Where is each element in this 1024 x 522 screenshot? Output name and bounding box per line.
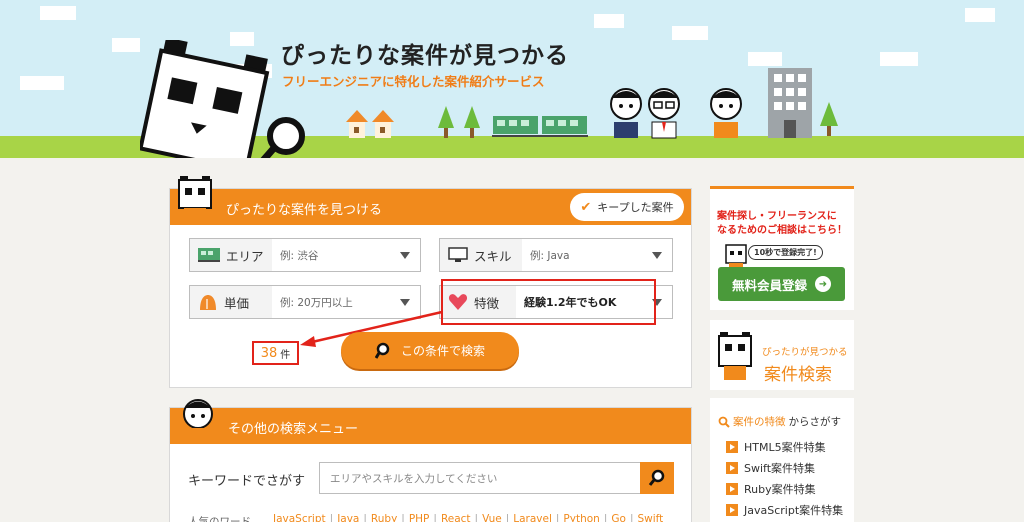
chevron-down-icon [400, 298, 410, 306]
result-count-box: 38 件 [252, 341, 299, 365]
other-search-panel: その他の検索メニュー キーワードでさがす エリアやスキルを入力してください 人気… [169, 407, 692, 522]
feature-link-javascript[interactable]: JavaScript案件特集 [726, 502, 843, 518]
mini-panda-mascot [718, 332, 752, 380]
skill-value: 例: Java [530, 249, 570, 262]
popular-word[interactable]: Laravel [513, 513, 552, 522]
search-small-text: ぴったりが見つかる [762, 347, 848, 358]
result-count: 38 [260, 345, 278, 361]
hero-subtitle: フリーエンジニアに特化した案件紹介サービス [282, 74, 545, 89]
area-select[interactable]: エリア 例: 渋谷 [189, 238, 421, 272]
popular-word[interactable]: Go [611, 513, 626, 522]
popular-word[interactable]: React [441, 513, 471, 522]
person-avatar [183, 399, 213, 441]
coins-icon [200, 295, 216, 310]
sidebar-consult: 案件探し・フリーランスに なるためのご相談はこちら！ 10秒で登録完了! 無料会… [710, 186, 854, 310]
keyword-label: キーワードでさがす [188, 474, 306, 489]
keep-button-label: キープした案件 [597, 201, 674, 214]
keyword-input[interactable]: エリアやスキルを入力してください [319, 462, 642, 494]
search-button[interactable]: この条件で検索 [341, 332, 519, 369]
check-icon: ✔ [580, 199, 592, 215]
play-icon [726, 483, 738, 495]
feature-link-html5[interactable]: HTML5案件特集 [726, 439, 826, 455]
house-icon [346, 110, 394, 138]
play-icon [726, 504, 738, 516]
register-button-label: 無料会員登録 [731, 277, 807, 293]
other-search-title: その他の検索メニュー [228, 422, 359, 437]
area-value: 例: 渋谷 [280, 249, 319, 262]
search-icon [374, 342, 390, 359]
monitor-icon [448, 247, 468, 262]
speech-bubble: 10秒で登録完了! [748, 245, 823, 260]
keyword-placeholder: エリアやスキルを入力してください [330, 472, 498, 485]
feature-link-ruby[interactable]: Ruby案件特集 [726, 481, 816, 497]
popular-word[interactable]: Ruby [371, 513, 397, 522]
mini-panda-mascot [178, 176, 212, 220]
price-label: 単価 [224, 295, 250, 311]
play-icon [726, 441, 738, 453]
popular-word[interactable]: PHP [409, 513, 430, 522]
search-panel-title: ぴったりな案件を見つける [226, 203, 383, 218]
people-illustration [610, 88, 742, 139]
train-icon [492, 116, 588, 137]
register-button[interactable]: 無料会員登録 ➜ [718, 267, 845, 301]
features-title: 案件の特徴 からさがす [718, 414, 841, 429]
popular-words: JavaScript | Java | Ruby | PHP | React | Vue |… [273, 513, 663, 522]
result-count-unit: 件 [280, 349, 291, 361]
popular-word[interactable]: JavaScript [273, 513, 326, 522]
keep-button[interactable]: ✔ キープした案件 [570, 193, 684, 221]
search-icon [718, 416, 730, 428]
other-search-header: その他の検索メニュー [170, 408, 691, 444]
tree-icon [438, 106, 480, 138]
popular-word[interactable]: Vue [482, 513, 502, 522]
skill-label: スキル [474, 248, 512, 264]
popular-label: 人気のワード [188, 516, 251, 522]
search-panel-header: ぴったりな案件を見つける ✔ キープした案件 [170, 189, 691, 225]
feature-link-swift[interactable]: Swift案件特集 [726, 460, 815, 476]
popular-word[interactable]: Python [563, 513, 599, 522]
tree-icon [820, 102, 838, 136]
skill-select[interactable]: スキル 例: Java [439, 238, 673, 272]
hero-banner: ぴったりな案件が見つかる フリーエンジニアに特化した案件紹介サービス [0, 0, 1024, 158]
sidebar-search: ぴったりが見つかる 案件検索 [710, 320, 854, 390]
train-icon [198, 248, 220, 262]
chevron-down-icon [400, 251, 410, 259]
highlight-box [441, 279, 656, 325]
keyword-search-button[interactable] [640, 462, 674, 494]
arrow-right-icon: ➜ [815, 276, 831, 292]
chevron-down-icon [652, 251, 662, 259]
consult-text: 案件探し・フリーランスに なるためのご相談はこちら！ [717, 211, 847, 236]
popular-word[interactable]: Java [337, 513, 359, 522]
hero-title: ぴったりな案件が見つかる [281, 43, 569, 69]
popular-word[interactable]: Swift [637, 513, 663, 522]
area-label: エリア [226, 248, 264, 264]
building-icon [768, 68, 812, 138]
search-icon [648, 469, 665, 486]
search-big-text[interactable]: 案件検索 [764, 360, 832, 385]
play-icon [726, 462, 738, 474]
search-button-label: この条件で検索 [400, 344, 485, 358]
price-value: 例: 20万円以上 [280, 296, 353, 309]
